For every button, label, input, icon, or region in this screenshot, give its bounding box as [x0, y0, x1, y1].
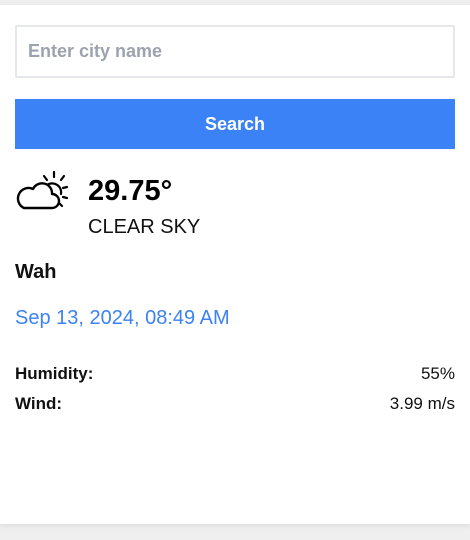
weather-condition: CLEAR SKY — [88, 216, 201, 238]
city-search-input[interactable] — [15, 25, 455, 78]
city-name: Wah — [15, 261, 57, 283]
partly-cloudy-day-icon — [14, 170, 70, 212]
wind-value: 3.99 m/s — [389, 394, 455, 413]
humidity-row: Humidity: 55% — [15, 362, 455, 386]
date-time: Sep 13, 2024, 08:49 AM — [15, 307, 230, 329]
humidity-value: 55% — [420, 364, 455, 383]
weather-card: Search 29.75° CLEAR SKY Wah Sep 13, 2024… — [0, 5, 470, 524]
humidity-label: Humidity: — [15, 364, 94, 383]
wind-row: Wind: 3.99 m/s — [15, 392, 455, 416]
search-button[interactable]: Search — [15, 99, 455, 149]
temperature-value: 29.75° — [88, 175, 173, 207]
wind-label: Wind: — [15, 394, 63, 413]
